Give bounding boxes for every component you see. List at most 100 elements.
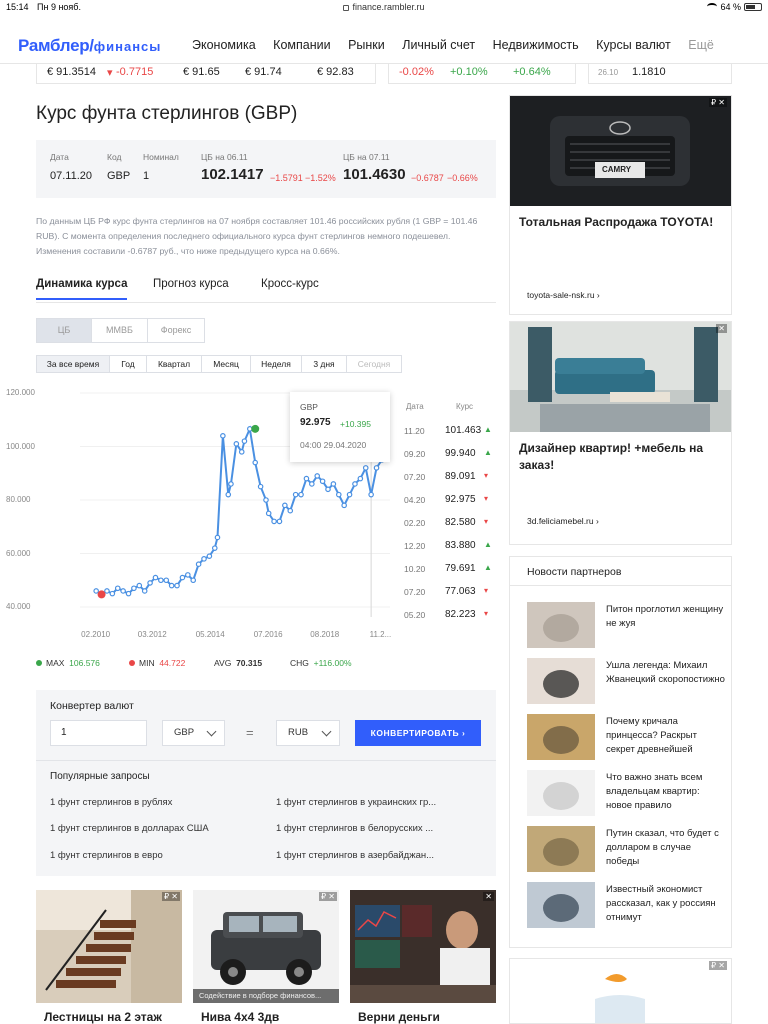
data-point[interactable] — [158, 577, 164, 584]
data-point[interactable] — [233, 441, 240, 447]
data-point[interactable] — [174, 582, 180, 589]
data-point[interactable] — [147, 580, 153, 586]
data-point[interactable] — [220, 432, 226, 439]
nav-item-realty[interactable]: Недвижимость — [493, 38, 579, 52]
data-point[interactable] — [238, 449, 245, 455]
data-point[interactable] — [319, 478, 326, 485]
data-point[interactable] — [292, 491, 299, 498]
site-logo[interactable]: Рамблер/финансы — [18, 36, 161, 56]
data-point[interactable] — [206, 553, 213, 559]
source-forex-button[interactable]: Форекс — [147, 318, 205, 343]
data-point[interactable] — [352, 481, 358, 487]
data-point[interactable] — [314, 473, 321, 479]
data-point[interactable] — [241, 438, 248, 444]
data-point[interactable] — [225, 491, 232, 498]
amount-input[interactable]: 1 — [50, 720, 147, 746]
popular-query-link[interactable]: 1 фунт стерлингов в белорусских ... — [276, 823, 433, 834]
ad-close-icon[interactable]: ✕ — [483, 892, 494, 901]
popular-query-link[interactable]: 1 фунт стерлингов в рублях — [50, 797, 172, 808]
data-point[interactable] — [282, 502, 288, 509]
data-point[interactable] — [335, 491, 342, 498]
data-point[interactable] — [257, 483, 264, 490]
nav-item-rates[interactable]: Курсы валют — [596, 38, 671, 52]
to-currency-select[interactable]: RUB — [276, 720, 340, 746]
ad-card-stairs[interactable]: ₽ ✕ Лестницы на 2 этаж — [36, 890, 182, 1024]
nav-item-economy[interactable]: Экономика — [192, 38, 256, 52]
partner-news-item[interactable]: Известный экономист рассказал, как у рос… — [527, 882, 727, 928]
data-point[interactable] — [125, 590, 132, 597]
data-point[interactable] — [357, 475, 364, 482]
partner-news-item[interactable]: Питон проглотил женщину не жуя — [527, 602, 727, 648]
data-point[interactable] — [114, 585, 121, 592]
ad-card-bottom-right[interactable]: ₽ ✕ — [509, 958, 732, 1024]
range-month-button[interactable]: Месяц — [201, 355, 251, 373]
data-point[interactable] — [185, 572, 191, 578]
range-week-button[interactable]: Неделя — [250, 355, 302, 373]
data-point[interactable] — [214, 534, 221, 541]
data-point[interactable] — [265, 510, 272, 517]
ad-close-icon[interactable]: ₽ ✕ — [708, 98, 727, 107]
data-point[interactable] — [362, 465, 369, 471]
nav-item-personal[interactable]: Личный счет — [402, 38, 475, 52]
ticker-rate[interactable]: 26.10 1.1810 — [588, 64, 732, 84]
tab-cross-rate[interactable]: Кросс-курс — [261, 278, 319, 290]
partner-news-item[interactable]: Почему кричала принцесса? Раскрыт секрет… — [527, 714, 727, 760]
data-point[interactable] — [287, 507, 294, 514]
partner-news-item[interactable]: Путин сказал, что будет с долларом в слу… — [527, 826, 727, 872]
data-point[interactable] — [263, 497, 269, 503]
data-point[interactable] — [168, 582, 175, 589]
range-3days-button[interactable]: 3 дня — [301, 355, 347, 373]
data-point[interactable] — [120, 588, 126, 594]
range-all-button[interactable]: За все время — [36, 355, 110, 373]
data-point[interactable] — [346, 491, 353, 498]
data-point[interactable] — [276, 518, 283, 525]
data-point[interactable] — [252, 459, 259, 466]
ad-close-icon[interactable]: ₽ ✕ — [161, 892, 180, 901]
convert-button[interactable]: КОНВЕРТИРОВАТЬ › — [355, 720, 481, 746]
from-currency-select[interactable]: GBP — [162, 720, 225, 746]
data-point[interactable] — [201, 556, 207, 562]
popular-query-link[interactable]: 1 фунт стерлингов в украинских гр... — [276, 797, 436, 808]
data-point[interactable] — [141, 588, 148, 594]
ad-close-icon[interactable]: ₽ ✕ — [708, 961, 727, 970]
data-point[interactable] — [190, 577, 197, 584]
source-micex-button[interactable]: ММВБ — [91, 318, 148, 343]
data-point[interactable] — [303, 475, 310, 482]
ad-source-link[interactable]: 3d.feliciamebel.ru › — [527, 516, 599, 526]
ad-card-money[interactable]: ✕ Верни деньги — [350, 890, 496, 1024]
tab-dynamics[interactable]: Динамика курса — [36, 278, 128, 300]
data-point[interactable] — [373, 465, 380, 471]
ad-close-icon[interactable]: ₽ ✕ — [318, 892, 337, 901]
data-point[interactable] — [309, 481, 315, 487]
data-point[interactable] — [179, 574, 186, 581]
source-cb-button[interactable]: ЦБ — [36, 318, 92, 343]
ticker-indexes[interactable]: -0.02% +0.10% +0.64% — [388, 64, 576, 84]
nav-item-markets[interactable]: Рынки — [348, 38, 385, 52]
range-quarter-button[interactable]: Квартал — [146, 355, 202, 373]
data-point[interactable] — [104, 588, 110, 594]
data-point[interactable] — [271, 518, 277, 525]
popular-query-link[interactable]: 1 фунт стерлингов в евро — [50, 850, 163, 861]
data-point[interactable] — [341, 502, 347, 509]
ad-card-furniture[interactable]: ✕ Дизайнер квартир! +мебель на заказ! 3d… — [509, 321, 732, 545]
ad-close-icon[interactable]: ✕ — [716, 324, 727, 333]
data-point[interactable] — [152, 574, 159, 581]
ad-card-niva[interactable]: Содействие в подборе финансов... ₽ ✕ Нив… — [193, 890, 339, 1024]
ticker-euro[interactable]: € 91.3514 ▾ -0.7715 € 91.65 € 91.74 € 92… — [36, 64, 376, 84]
data-point[interactable] — [136, 582, 143, 589]
data-point[interactable] — [163, 577, 170, 584]
data-point[interactable] — [228, 481, 234, 487]
data-point[interactable] — [195, 561, 202, 568]
nav-item-companies[interactable]: Компании — [273, 38, 330, 52]
data-point[interactable] — [325, 486, 331, 493]
nav-item-more[interactable]: Ещё — [688, 38, 714, 52]
data-point[interactable] — [330, 481, 337, 487]
data-point[interactable] — [93, 588, 99, 594]
data-point[interactable] — [109, 590, 116, 597]
popular-query-link[interactable]: 1 фунт стерлингов в азербайджан... — [276, 850, 434, 861]
range-year-button[interactable]: Год — [109, 355, 147, 373]
popular-query-link[interactable]: 1 фунт стерлингов в долларах США — [50, 823, 209, 834]
ad-source-link[interactable]: toyota-sale-nsk.ru › — [527, 290, 600, 300]
data-point[interactable] — [298, 491, 304, 498]
tab-forecast[interactable]: Прогноз курса — [153, 278, 229, 290]
